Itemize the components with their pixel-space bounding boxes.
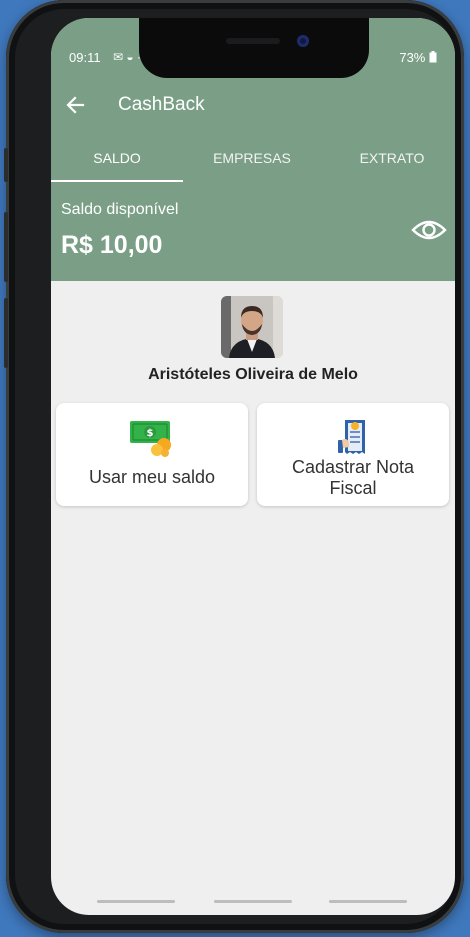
battery-indicator: 73% bbox=[399, 50, 437, 65]
eye-icon[interactable] bbox=[409, 215, 449, 245]
money-icon: $ bbox=[56, 417, 248, 457]
tab-saldo[interactable]: SALDO bbox=[51, 148, 183, 182]
balance-value: R$ 10,00 bbox=[61, 231, 163, 259]
home-indicator-center bbox=[214, 900, 292, 903]
register-invoice-card[interactable]: Cadastrar Nota Fiscal bbox=[257, 403, 449, 506]
use-balance-label: Usar meu saldo bbox=[88, 467, 216, 487]
speaker bbox=[226, 38, 280, 44]
register-invoice-line2: Fiscal bbox=[329, 478, 377, 498]
notification-icons: ✉ ◒ · bbox=[113, 50, 141, 64]
receipt-icon bbox=[257, 417, 449, 454]
battery-icon bbox=[429, 51, 437, 63]
tab-empresas[interactable]: EMPRESAS bbox=[199, 148, 305, 182]
tab-extrato[interactable]: EXTRATO bbox=[347, 148, 437, 182]
back-arrow-icon[interactable] bbox=[65, 92, 85, 121]
register-invoice-line1: Cadastrar Nota bbox=[291, 457, 415, 477]
battery-percent: 73% bbox=[399, 50, 426, 65]
toolbar: CashBack bbox=[51, 92, 455, 122]
home-indicator-right bbox=[329, 900, 407, 903]
avatar bbox=[221, 296, 283, 358]
status-time: 09:11 bbox=[69, 50, 101, 65]
use-balance-card[interactable]: $ Usar meu saldo bbox=[56, 403, 248, 506]
notch bbox=[139, 18, 369, 78]
svg-text:$: $ bbox=[147, 428, 154, 439]
user-name: Aristóteles Oliveira de Melo bbox=[148, 366, 358, 383]
volume-down-button bbox=[4, 298, 8, 368]
tab-bar: SALDO EMPRESAS EXTRATO bbox=[51, 148, 455, 182]
screen: 09:11 ✉ ◒ · 73% CashBack SALDO EMPRESAS … bbox=[51, 18, 455, 915]
front-camera bbox=[297, 35, 309, 47]
register-invoice-label: Cadastrar Nota Fiscal bbox=[257, 457, 449, 499]
phone-frame: 09:11 ✉ ◒ · 73% CashBack SALDO EMPRESAS … bbox=[4, 0, 464, 933]
page-title: CashBack bbox=[118, 94, 205, 115]
balance-label: Saldo disponível bbox=[61, 201, 179, 218]
home-indicator-left bbox=[97, 900, 175, 903]
volume-up-button bbox=[4, 212, 8, 282]
mute-switch bbox=[4, 148, 8, 182]
